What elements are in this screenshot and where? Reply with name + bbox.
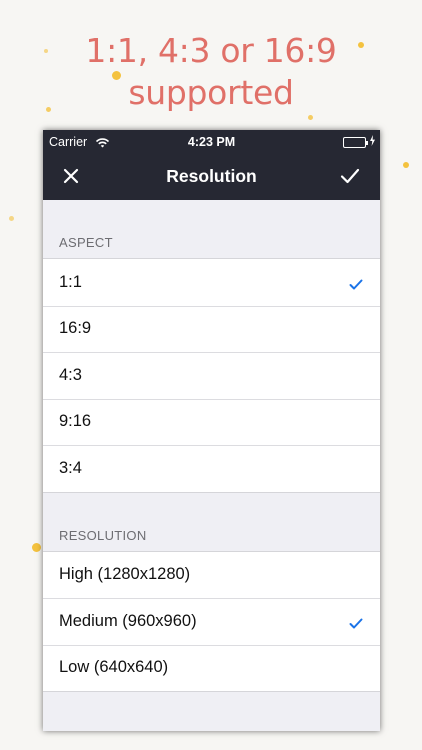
status-time: 4:23 PM bbox=[187, 135, 236, 149]
aspect-option-4-3[interactable]: 4:3 bbox=[43, 352, 380, 399]
option-label: 4:3 bbox=[59, 365, 82, 384]
aspect-option-3-4[interactable]: 3:4 bbox=[43, 445, 380, 492]
checkmark-icon bbox=[349, 615, 363, 634]
option-label: 16:9 bbox=[59, 319, 92, 338]
promo-headline: 1:1, 4:3 or 16:9 supported bbox=[0, 30, 422, 114]
option-label: High (1280x1280) bbox=[59, 565, 191, 584]
page-title: Resolution bbox=[166, 166, 257, 186]
phone-screen: Carrier 4:23 PM Resolution ASPECT 1:1 16… bbox=[43, 130, 380, 731]
resolution-option-low[interactable]: Low (640x640) bbox=[43, 644, 380, 691]
aspect-option-16-9[interactable]: 16:9 bbox=[43, 305, 380, 352]
status-bar: Carrier 4:23 PM bbox=[43, 130, 380, 154]
resolution-option-high[interactable]: High (1280x1280) bbox=[43, 551, 380, 598]
aspect-section-header: ASPECT bbox=[59, 235, 113, 250]
option-label: 9:16 bbox=[59, 412, 92, 431]
option-label: 3:4 bbox=[59, 458, 82, 477]
option-label: Low (640x640) bbox=[59, 658, 169, 677]
confetti-dot bbox=[308, 115, 313, 120]
checkmark-icon bbox=[349, 276, 363, 295]
resolution-list: High (1280x1280) Medium (960x960) Low (6… bbox=[43, 550, 380, 692]
aspect-option-9-16[interactable]: 9:16 bbox=[43, 398, 380, 445]
navigation-bar: Resolution bbox=[43, 154, 380, 200]
aspect-list: 1:1 16:9 4:3 9:16 3:4 bbox=[43, 258, 380, 493]
headline-line-1: 1:1, 4:3 or 16:9 bbox=[85, 31, 337, 70]
charging-bolt-icon bbox=[370, 135, 375, 149]
confetti-dot bbox=[9, 216, 14, 221]
resolution-section-header: RESOLUTION bbox=[59, 527, 147, 543]
resolution-option-medium[interactable]: Medium (960x960) bbox=[43, 598, 380, 645]
option-label: Medium (960x960) bbox=[59, 611, 197, 630]
done-check-icon[interactable] bbox=[340, 168, 360, 189]
battery-icon bbox=[343, 137, 368, 148]
headline-line-2: supported bbox=[128, 73, 294, 112]
confetti-dot bbox=[403, 162, 409, 168]
aspect-option-1-1[interactable]: 1:1 bbox=[43, 259, 380, 306]
option-label: 1:1 bbox=[59, 272, 82, 291]
confetti-dot bbox=[32, 543, 41, 552]
